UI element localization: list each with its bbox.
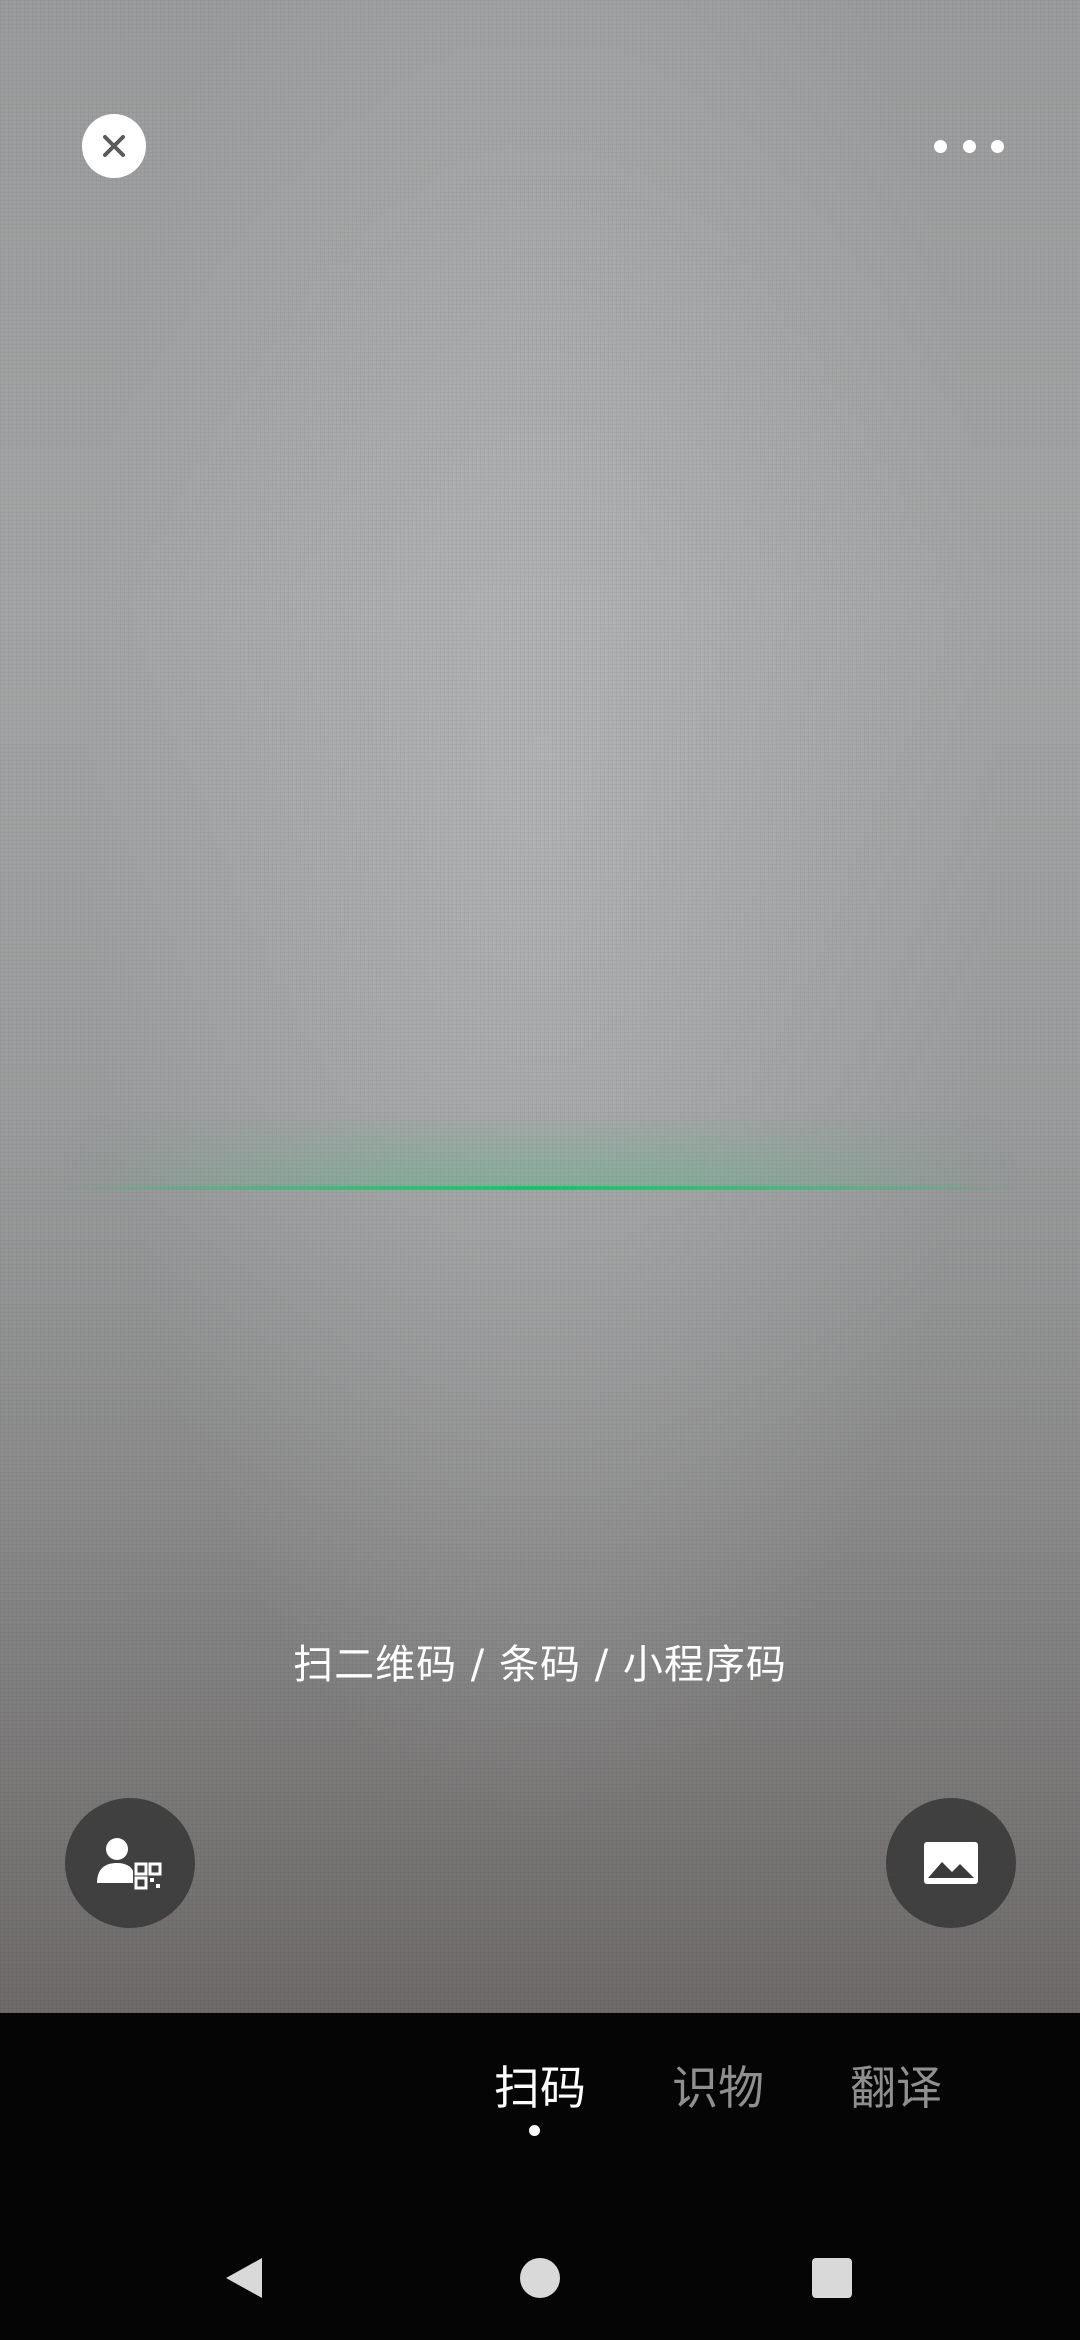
- scan-line: [60, 1186, 1020, 1190]
- close-button[interactable]: [82, 114, 146, 178]
- tab-identify-object[interactable]: 识物: [648, 2052, 788, 2118]
- home-circle-icon: [520, 2258, 560, 2298]
- tab-translate[interactable]: 翻译: [826, 2052, 966, 2118]
- scan-screen: 扫二维码 / 条码 / 小程序码 扫码 识物 翻译: [0, 0, 1080, 2340]
- album-button[interactable]: [886, 1798, 1016, 1928]
- close-icon: [103, 135, 125, 157]
- more-dot: [962, 139, 976, 153]
- system-nav-bar: [0, 2220, 1080, 2340]
- more-button[interactable]: [934, 124, 1004, 168]
- recent-square-icon: [812, 2258, 852, 2298]
- back-triangle-icon: [226, 2258, 262, 2298]
- more-dot: [991, 139, 1004, 153]
- my-qr-code-icon: [97, 1838, 162, 1890]
- nav-home-button[interactable]: [510, 2248, 570, 2308]
- mode-tabs: 扫码 识物 翻译: [0, 2052, 1080, 2142]
- active-tab-indicator: [529, 2125, 540, 2136]
- image-album-icon: [924, 1842, 978, 1884]
- tab-scan-code[interactable]: 扫码: [470, 2052, 610, 2118]
- nav-back-button[interactable]: [214, 2248, 274, 2308]
- more-horizontal-icon: [934, 139, 947, 153]
- scan-hint-text: 扫二维码 / 条码 / 小程序码: [293, 1642, 787, 1688]
- my-qr-code-button[interactable]: [65, 1798, 195, 1928]
- camera-viewfinder: [0, 0, 1080, 2013]
- scan-line-glow: [60, 1110, 1020, 1190]
- nav-recent-button[interactable]: [802, 2248, 862, 2308]
